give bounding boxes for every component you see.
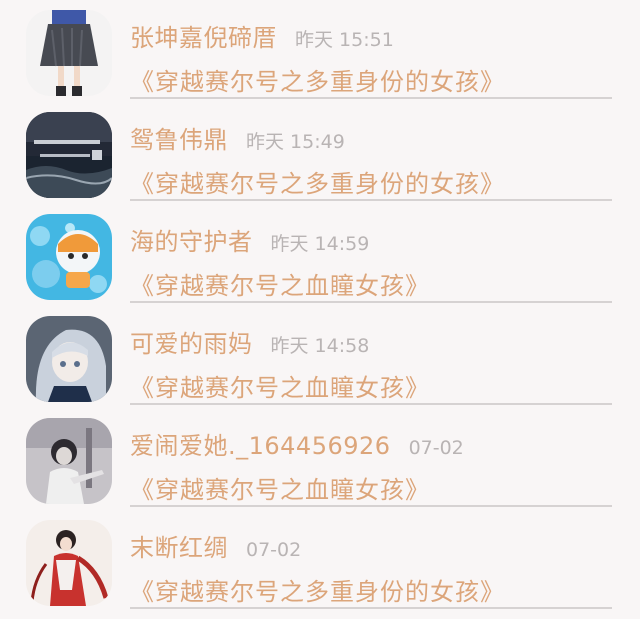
avatar-girl-skirt-icon[interactable] xyxy=(26,10,112,96)
timestamp: 昨天 15:51 xyxy=(295,29,394,51)
divider xyxy=(130,301,612,303)
list-item[interactable]: 可爱的雨妈 昨天 14:58 《穿越赛尔号之血瞳女孩》 xyxy=(0,312,640,415)
timestamp: 07-02 xyxy=(408,437,464,459)
divider xyxy=(130,505,612,507)
book-title-link[interactable]: 《穿越赛尔号之血瞳女孩》 xyxy=(130,470,430,505)
book-title-link[interactable]: 《穿越赛尔号之血瞳女孩》 xyxy=(130,368,430,403)
book-title-link[interactable]: 《穿越赛尔号之多重身份的女孩》 xyxy=(130,62,505,97)
timestamp: 昨天 14:58 xyxy=(270,335,370,357)
list-item[interactable]: 海的守护者 昨天 14:59 《穿越赛尔号之血瞳女孩》 xyxy=(0,210,640,313)
avatar-anime-girl-icon[interactable] xyxy=(26,316,112,402)
divider xyxy=(130,403,612,405)
divider xyxy=(130,199,612,201)
comment-header: 末断红绸 07-02 xyxy=(130,528,301,562)
list-item[interactable]: 末断红绸 07-02 《穿越赛尔号之多重身份的女孩》 xyxy=(0,516,640,619)
divider xyxy=(130,97,612,99)
comment-header: 可爱的雨妈 昨天 14:58 xyxy=(130,324,369,358)
username[interactable]: 末断红绸 xyxy=(130,528,228,563)
username[interactable]: 海的守护者 xyxy=(130,222,253,257)
avatar-bw-girl-icon[interactable] xyxy=(26,418,112,504)
list-item[interactable]: 张坤嘉倪碲厝 昨天 15:51 《穿越赛尔号之多重身份的女孩》 xyxy=(0,6,640,109)
comment-header: 爱闹爱她._164456926 07-02 xyxy=(130,426,464,460)
avatar-dark-sea-icon[interactable] xyxy=(26,112,112,198)
list-item[interactable]: 爱闹爱她._164456926 07-02 《穿越赛尔号之血瞳女孩》 xyxy=(0,414,640,517)
book-title-link[interactable]: 《穿越赛尔号之多重身份的女孩》 xyxy=(130,164,505,199)
timestamp: 07-02 xyxy=(246,539,302,561)
avatar-red-costume-icon[interactable] xyxy=(26,520,112,606)
username[interactable]: 鸳鲁伟鼎 xyxy=(130,120,228,155)
username[interactable]: 爱闹爱她._164456926 xyxy=(130,426,391,461)
comment-header: 鸳鲁伟鼎 昨天 15:49 xyxy=(130,120,345,154)
comment-list: 张坤嘉倪碲厝 昨天 15:51 《穿越赛尔号之多重身份的女孩》 鸳鲁伟鼎 昨天 … xyxy=(0,0,640,609)
username[interactable]: 可爱的雨妈 xyxy=(130,324,253,359)
book-title-link[interactable]: 《穿越赛尔号之血瞳女孩》 xyxy=(130,266,430,301)
timestamp: 昨天 14:59 xyxy=(270,233,370,255)
comment-header: 海的守护者 昨天 14:59 xyxy=(130,222,369,256)
timestamp: 昨天 15:49 xyxy=(246,131,345,153)
comment-header: 张坤嘉倪碲厝 昨天 15:51 xyxy=(130,18,394,52)
username[interactable]: 张坤嘉倪碲厝 xyxy=(130,18,277,53)
avatar-cartoon-bubbles-icon[interactable] xyxy=(26,214,112,300)
book-title-link[interactable]: 《穿越赛尔号之多重身份的女孩》 xyxy=(130,572,505,607)
list-item[interactable]: 鸳鲁伟鼎 昨天 15:49 《穿越赛尔号之多重身份的女孩》 xyxy=(0,108,640,211)
